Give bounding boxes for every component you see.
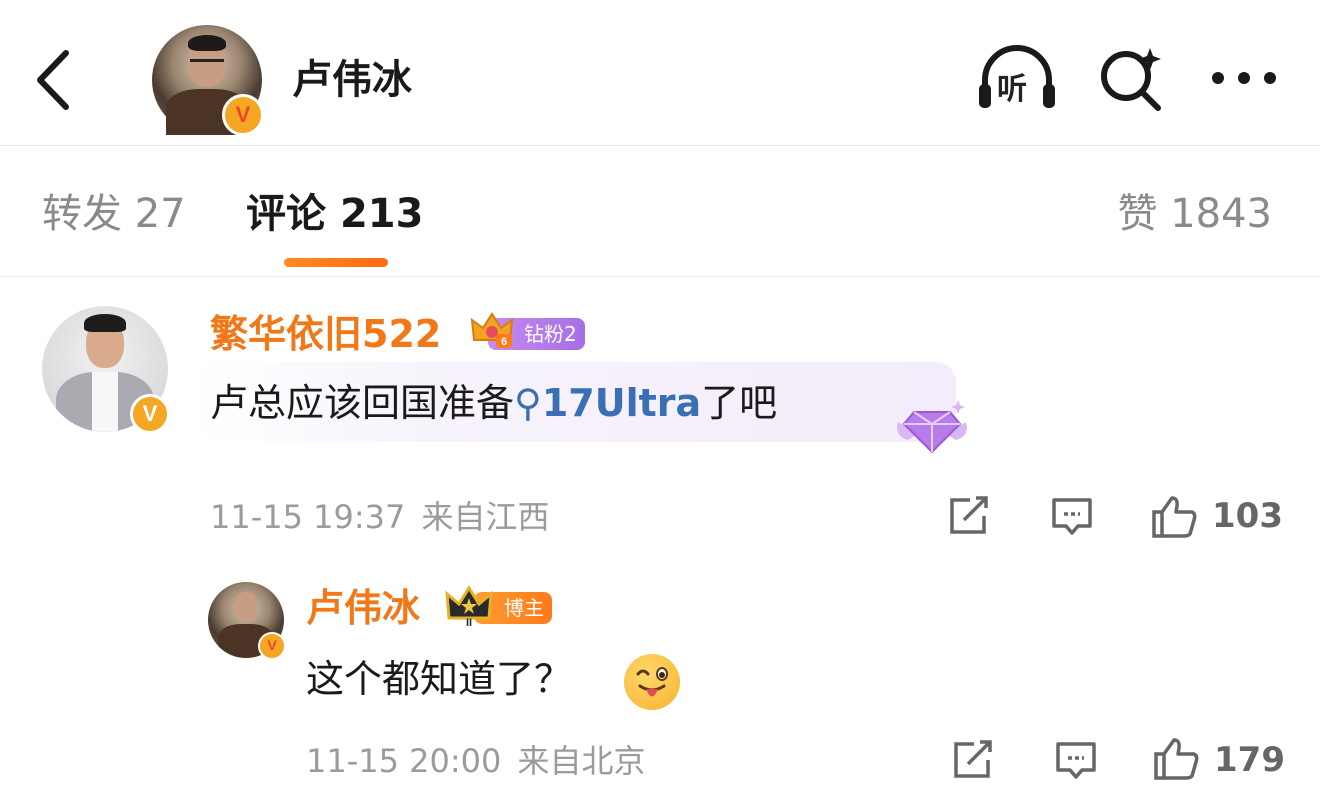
- commenter-username[interactable]: 繁华依旧522: [210, 312, 441, 356]
- tab-repost[interactable]: 转发 27: [42, 190, 186, 238]
- reply-meta: 11-15 20:00 来自北京: [306, 742, 646, 780]
- topic-link[interactable]: ⚲17Ultra: [514, 381, 701, 425]
- repost-icon[interactable]: [946, 496, 990, 536]
- tab-repost-label: 转发: [42, 191, 122, 237]
- replier-username[interactable]: 卢伟冰: [306, 586, 420, 630]
- diamond-gem-icon: [897, 400, 967, 454]
- tab-comments-count: 213: [339, 191, 424, 237]
- listen-label: 听: [997, 72, 1027, 107]
- tab-likes[interactable]: 赞 1843: [1117, 190, 1272, 238]
- like-count: 179: [1214, 740, 1285, 780]
- active-tab-indicator: [284, 258, 388, 267]
- comment-icon[interactable]: [1050, 496, 1094, 536]
- tab-bar: 转发 27 评论 213 赞 1843: [0, 146, 1320, 277]
- topic-search-icon: ⚲: [514, 381, 542, 425]
- tab-likes-label: 赞: [1117, 191, 1158, 237]
- level-number: 6: [501, 336, 507, 348]
- fan-badge-label: 钻粉2: [524, 322, 577, 346]
- role-badge-label: 博主: [504, 596, 544, 620]
- level-number: II: [466, 617, 472, 628]
- wink-tongue-emoji-icon: [624, 654, 680, 710]
- crown-icon: II: [445, 585, 493, 628]
- comment-text: 卢总应该回国准备⚲17Ultra了吧: [210, 380, 777, 426]
- reply-timestamp: 11-15 20:00: [306, 742, 502, 780]
- search-sparkle-icon: [1101, 48, 1161, 111]
- topic-label: 17Ultra: [541, 381, 702, 425]
- tab-comments[interactable]: 评论 213: [246, 190, 423, 238]
- reply-location: 来自北京: [517, 742, 646, 780]
- verified-badge-icon: V: [222, 94, 264, 136]
- listen-button[interactable]: 听: [975, 44, 1059, 112]
- verified-badge-icon: V: [258, 632, 286, 660]
- tab-comments-label: 评论: [246, 191, 326, 237]
- like-count: 103: [1212, 496, 1283, 536]
- thumb-up-icon[interactable]: [1152, 736, 1200, 780]
- comment-text-part: 了吧: [701, 381, 778, 425]
- search-button[interactable]: [1098, 44, 1164, 112]
- more-dots-icon: [1212, 72, 1276, 84]
- back-arrow-icon: [37, 50, 69, 110]
- repost-icon[interactable]: [950, 740, 994, 780]
- comment-meta: 11-15 19:37 来自江西: [210, 498, 550, 536]
- verified-badge-icon: V: [130, 394, 170, 434]
- more-button[interactable]: [1208, 60, 1280, 96]
- comment-icon[interactable]: [1054, 740, 1098, 780]
- thumb-up-icon[interactable]: [1150, 494, 1198, 538]
- crown-icon: 6: [470, 312, 514, 348]
- comment-text-part: 卢总应该回国准备: [210, 381, 515, 425]
- comment-location: 来自江西: [421, 498, 550, 536]
- tab-likes-count: 1843: [1170, 191, 1272, 237]
- top-bar: V 卢伟冰 听: [0, 0, 1320, 146]
- tab-repost-count: 27: [134, 191, 186, 237]
- page-title: 卢伟冰: [292, 57, 412, 103]
- comment-timestamp: 11-15 19:37: [210, 498, 406, 536]
- back-button[interactable]: [30, 45, 80, 115]
- reply-text: 这个都知道了？: [306, 657, 573, 701]
